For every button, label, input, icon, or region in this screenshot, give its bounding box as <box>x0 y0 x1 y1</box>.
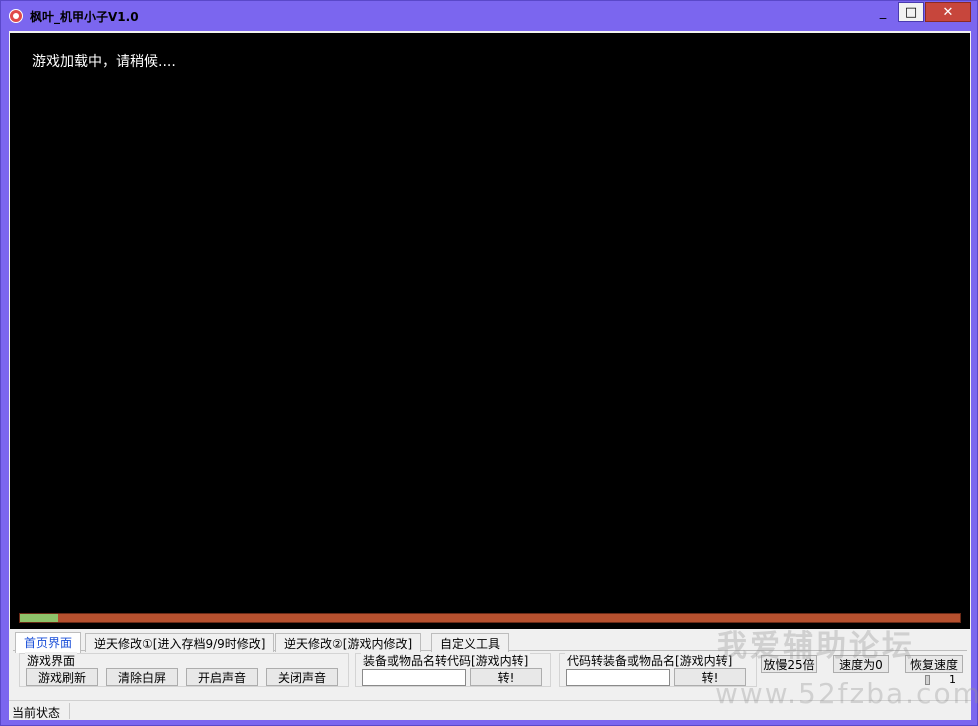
progress-fill <box>20 614 58 622</box>
item-name-input[interactable] <box>362 669 466 686</box>
group-label: 游戏界面 <box>25 652 78 669</box>
tab-mod-save[interactable]: 逆天修改①[进入存档9/9时修改] <box>85 633 275 652</box>
title-bar[interactable]: 枫叶_机甲小子V1.0 _ □ ✕ <box>1 1 977 31</box>
status-text: 当前状态 <box>12 706 61 720</box>
close-button[interactable]: ✕ <box>925 2 971 22</box>
clear-whitescreen-button[interactable]: 清除白屏 <box>106 668 178 686</box>
loading-text: 游戏加载中，请稍候.... <box>32 54 176 70</box>
watermark-title: 我爱辅助论坛 <box>717 629 915 664</box>
minimize-button[interactable]: _ <box>869 2 897 22</box>
group-label: 代码转装备或物品名[游戏内转] <box>565 652 735 669</box>
game-interface-group: 游戏界面 游戏刷新 清除白屏 开启声音 关闭声音 <box>19 652 349 687</box>
code-input[interactable] <box>566 669 670 686</box>
sound-off-button[interactable]: 关闭声音 <box>266 668 338 686</box>
tab-home[interactable]: 首页界面 <box>15 632 82 653</box>
client-area: 游戏加载中，请稍候.... 首页界面 逆天修改①[进入存档9/9时修改] 逆天修… <box>9 31 978 720</box>
convert-item-button[interactable]: 转! <box>470 668 542 686</box>
sound-on-button[interactable]: 开启声音 <box>186 668 258 686</box>
group-label: 装备或物品名转代码[游戏内转] <box>361 652 531 669</box>
item-to-code-group: 装备或物品名转代码[游戏内转] 转! <box>355 652 551 687</box>
watermark-url: www.52fzba.com <box>715 677 978 710</box>
tab-custom-tools[interactable]: 自定义工具 <box>431 633 510 652</box>
refresh-game-button[interactable]: 游戏刷新 <box>26 668 98 686</box>
app-window: 枫叶_机甲小子V1.0 _ □ ✕ 游戏加载中，请稍候.... 首页界面 逆天修… <box>0 0 978 726</box>
window-title: 枫叶_机甲小子V1.0 <box>30 10 139 24</box>
maximize-button[interactable]: □ <box>898 2 924 22</box>
app-icon <box>9 9 23 23</box>
status-divider <box>69 703 70 719</box>
game-viewport[interactable]: 游戏加载中，请稍候.... <box>10 33 970 629</box>
tab-mod-ingame[interactable]: 逆天修改②[游戏内修改] <box>275 633 422 652</box>
